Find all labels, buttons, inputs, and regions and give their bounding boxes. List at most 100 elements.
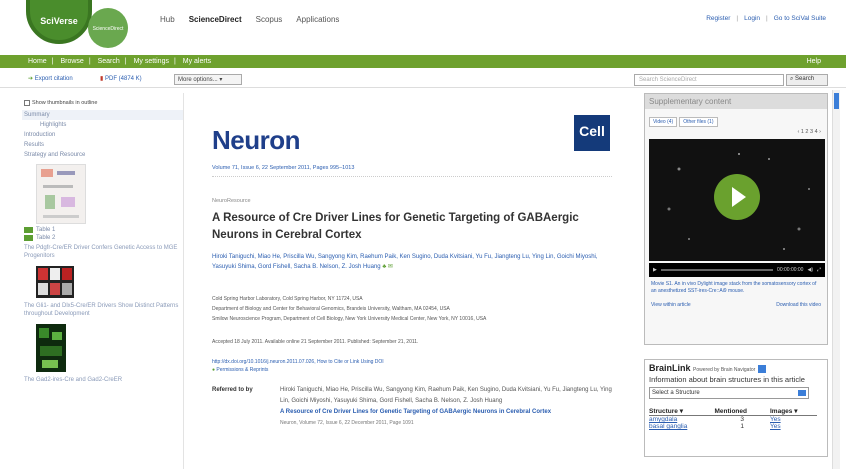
show-thumbnails-checkbox[interactable]: Show thumbnails in outline [24,100,183,106]
login-link[interactable]: Login [744,15,760,22]
supplementary-panel: Supplementary content Video (4) Other fi… [644,93,828,345]
table-icon [24,235,33,241]
search-input[interactable]: Search ScienceDirect [634,74,784,86]
figure-thumbnail[interactable] [36,266,74,298]
pdf-download-button[interactable]: ▮ PDF (4874 K) [100,75,142,82]
permissions-icon: ● [212,367,216,373]
volume-icon[interactable]: ◀) [807,267,813,273]
seek-bar[interactable] [660,269,774,271]
page-scrollbar[interactable] [832,90,840,469]
export-label: Export citation [34,76,73,82]
cell-press-logo[interactable]: Cell [574,115,610,151]
right-panel: Supplementary content Video (4) Other fi… [644,93,828,457]
structure-select-value: Select a Structure [652,390,700,396]
outline-results[interactable]: Results [22,140,183,150]
nav-home[interactable]: Home [28,58,47,65]
separator: | [736,15,739,22]
search-icon: ⌕ [790,76,794,82]
outline-figure-caption[interactable]: The Gad2-ires-Cre and Gad2-CreER [22,374,183,386]
help-link[interactable]: Help [807,55,821,68]
separator: | [124,58,127,65]
figure-thumbnail[interactable] [36,324,66,372]
export-citation-button[interactable]: ➔ Export citation [28,75,73,82]
scival-link[interactable]: Go to SciVal Suite [774,15,826,22]
nav-applications[interactable]: Applications [296,15,339,24]
brainlink-panel: BrainLink Powered by Brain Navigator Inf… [644,359,828,457]
nav-search[interactable]: Search [98,58,120,65]
nav-my-alerts[interactable]: My alerts [183,58,211,65]
person-icon[interactable]: ♣ [382,264,386,270]
email-icon[interactable]: ✉ [388,264,393,270]
author-list[interactable]: Hiroki Taniguchi, Miao He, Priscilla Wu,… [212,252,612,272]
table-header-row: Structure ▾ Mentioned Images ▾ [649,407,817,416]
structure-link[interactable]: amygdala [649,416,714,423]
table-row: amygdala 3 Yes [649,416,817,423]
separator: | [173,58,176,65]
structures-table: Structure ▾ Mentioned Images ▾ amygdala … [649,407,817,430]
nav-hub[interactable]: Hub [160,15,175,24]
video-time: 00:00:00:00 [777,267,804,273]
play-small-icon[interactable]: ▶ [653,267,657,273]
article-title: A Resource of Cre Driver Lines for Genet… [212,212,579,241]
divider [212,176,612,177]
column-header-images[interactable]: Images ▾ [770,407,817,416]
video-player[interactable] [649,139,825,261]
referred-title-link[interactable]: A Resource of Cre Driver Lines for Genet… [280,407,620,418]
outline-table-1[interactable]: Table 1 [22,226,183,234]
images-link[interactable]: Yes [770,416,817,423]
search-button[interactable]: ⌕ Search [786,74,828,86]
pdf-icon: ▮ [100,76,104,82]
tab-video[interactable]: Video (4) [649,117,678,127]
export-icon: ➔ [28,76,34,82]
download-video-link[interactable]: Download this video [776,302,821,308]
more-options-label: More options... [178,77,218,83]
play-icon[interactable] [714,174,760,220]
site-header: SciVerse ScienceDirect Hub ScienceDirect… [0,0,846,48]
doi-block: http://dx.doi.org/10.1016/j.neuron.2011.… [212,358,384,374]
column-header-mentioned[interactable]: Mentioned [714,407,770,416]
nav-sciencedirect[interactable]: ScienceDirect [189,15,242,24]
sciverse-logo[interactable]: SciVerse [26,0,92,44]
article-content: Neuron Cell Volume 71, Issue 6, 22 Septe… [200,93,620,469]
doi-link[interactable]: http://dx.doi.org/10.1016/j.neuron.2011.… [212,358,384,366]
permissions-label: Permissions & Reprints [216,367,269,373]
figure-thumbnail[interactable] [36,164,86,224]
sciencedirect-logo[interactable]: ScienceDirect [88,8,128,48]
journal-title[interactable]: Neuron [212,125,301,156]
main-nav-bar: Home | Browse | Search | My settings | My al… [0,55,846,68]
structure-select[interactable]: Select a Structure [649,387,809,399]
pdf-label: PDF (4874 K) [104,76,142,82]
authors-text[interactable]: Hiroki Taniguchi, Miao He, Priscilla Wu,… [212,254,598,270]
supplementary-header: Supplementary content [645,94,827,109]
brainlink-powered: Powered by Brain Navigator [693,367,756,373]
referred-authors: Hiroki Taniguchi, Miao He, Priscilla Wu,… [280,387,612,404]
volume-info-link[interactable]: Volume 71, Issue 6, 22 September 2011, P… [212,165,354,171]
column-header-structure[interactable]: Structure ▾ [649,407,715,416]
outline-introduction[interactable]: Introduction [22,130,183,140]
article-outline: Show thumbnails in outline Summary Highl… [22,93,184,469]
outline-highlights[interactable]: Highlights [22,120,183,130]
video-pager[interactable]: ‹ 1 2 3 4 › [645,127,827,137]
more-options-dropdown[interactable]: More options... ▾ [174,74,242,85]
structure-link[interactable]: basal ganglia [649,423,714,430]
info-icon[interactable] [757,364,766,373]
images-link[interactable]: Yes [770,423,817,430]
diagram-thumbnail-icon [41,169,79,218]
checkbox-icon [24,100,30,106]
nav-scopus[interactable]: Scopus [256,15,283,24]
outline-strategy[interactable]: Strategy and Resource [22,150,183,160]
permissions-link[interactable]: ● Permissions & Reprints [212,366,384,374]
fullscreen-icon[interactable]: ⤢ [817,267,821,273]
article-section-label: NeuroResource [212,198,251,204]
outline-figure-caption[interactable]: The Gli1- and Dlx5-Cre/ER Drivers Show D… [22,300,183,320]
microscopy-thumbnail-icon [38,268,72,295]
outline-figure-caption[interactable]: The Pdgfr-Cre/ER Driver Confers Genetic … [22,242,183,262]
scrollbar-thumb[interactable] [834,93,839,109]
register-link[interactable]: Register [706,15,730,22]
nav-browse[interactable]: Browse [60,58,83,65]
view-within-article-link[interactable]: View within article [651,302,691,308]
outline-table-2[interactable]: Table 2 [22,234,183,242]
nav-my-settings[interactable]: My settings [134,58,169,65]
tab-other-files[interactable]: Other files (1) [679,117,718,127]
outline-summary[interactable]: Summary [22,110,183,120]
